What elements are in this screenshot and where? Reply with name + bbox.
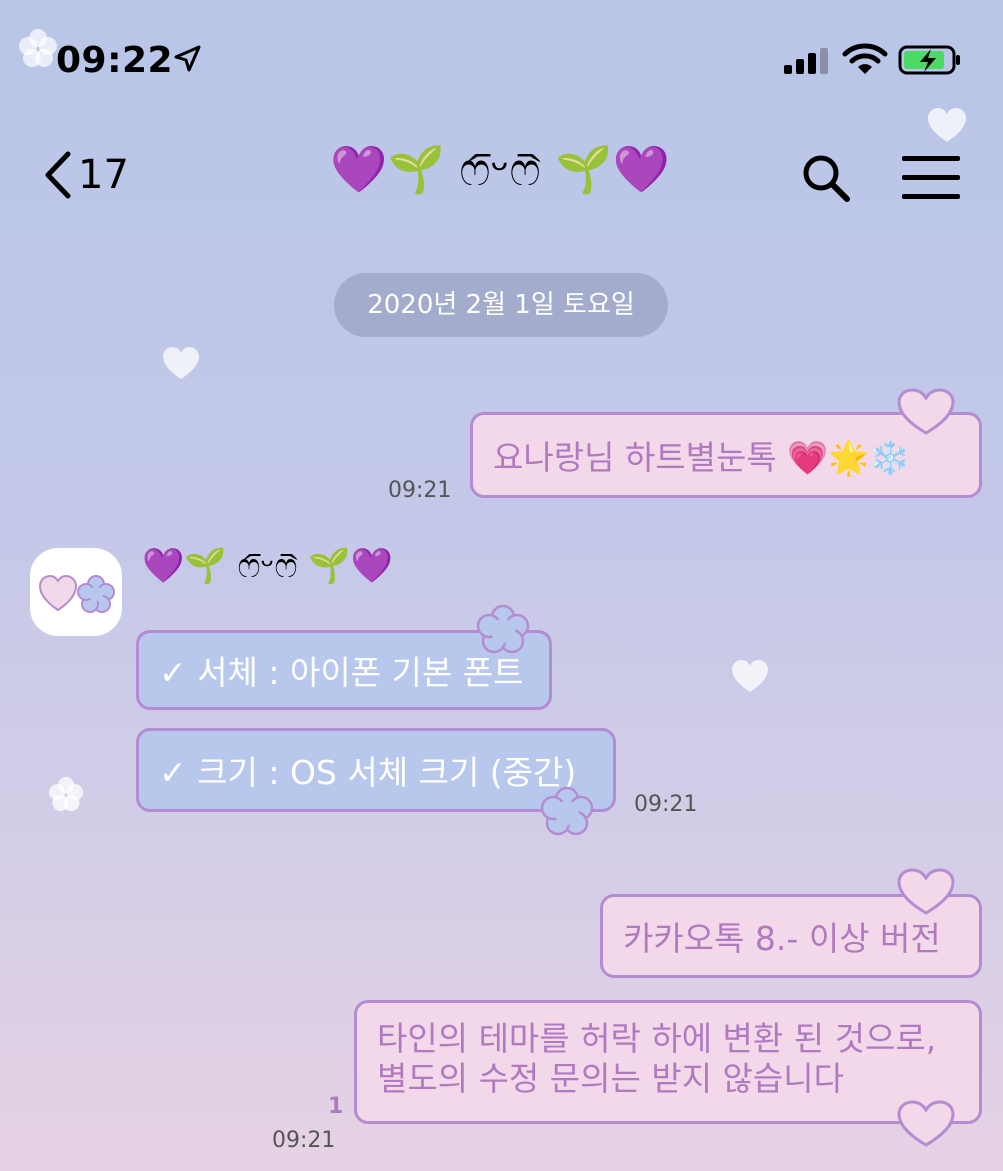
message-text: 카카오톡 8.- 이상 버전	[623, 919, 941, 958]
flower-deco-icon	[540, 786, 594, 836]
message-time: 09:21	[272, 1128, 336, 1153]
cellular-signal-icon	[784, 48, 828, 74]
chat-header: 17 💜🌱 ෆ᷇ᵕෆ᷆ 🌱💜	[0, 130, 1003, 220]
message-text: 요나랑님 하트별눈톡 💗🌟❄️	[493, 438, 911, 477]
heart-deco-icon	[163, 347, 199, 380]
avatar[interactable]	[30, 548, 122, 636]
message-text: ✓ 크기 : OS 서체 크기 (중간)	[159, 753, 577, 792]
unread-count: 1	[328, 1094, 344, 1119]
flower-deco-icon	[476, 604, 530, 654]
message-time: 09:21	[634, 792, 698, 817]
wifi-icon	[842, 43, 888, 74]
heart-deco-icon	[897, 1100, 955, 1147]
search-icon[interactable]	[800, 152, 852, 204]
message-text: ✓ 서체 : 아이폰 기본 폰트	[159, 653, 524, 692]
heart-deco-icon	[732, 660, 768, 693]
back-button[interactable]: 17	[40, 148, 129, 202]
sender-name: 💜🌱 ෆ᷇ᵕෆ᷆ 🌱💜	[142, 546, 394, 586]
heart-deco-icon	[897, 868, 955, 915]
status-bar: 09:22	[0, 0, 1003, 110]
location-arrow-icon	[174, 45, 201, 72]
heart-deco-icon	[897, 388, 955, 435]
chat-title: 💜🌱 ෆ᷇ᵕෆ᷆ 🌱💜	[330, 142, 670, 196]
heart-flower-avatar-icon	[38, 574, 115, 613]
menu-icon[interactable]	[902, 154, 960, 202]
chevron-left-icon	[45, 151, 71, 199]
status-time: 09:22	[56, 40, 174, 81]
message-text: 타인의 테마를 허락 하에 변환 된 것으로, 별도의 수정 문의는 받지 않습…	[377, 1019, 937, 1098]
battery-charging-icon	[898, 45, 960, 75]
unread-chat-count: 17	[78, 152, 129, 198]
my-message-bubble[interactable]: 타인의 테마를 허락 하에 변환 된 것으로, 별도의 수정 문의는 받지 않습…	[354, 1000, 982, 1124]
message-time: 09:21	[388, 478, 452, 503]
date-separator: 2020년 2월 1일 토요일	[334, 273, 668, 337]
flower-deco-icon	[48, 776, 84, 812]
